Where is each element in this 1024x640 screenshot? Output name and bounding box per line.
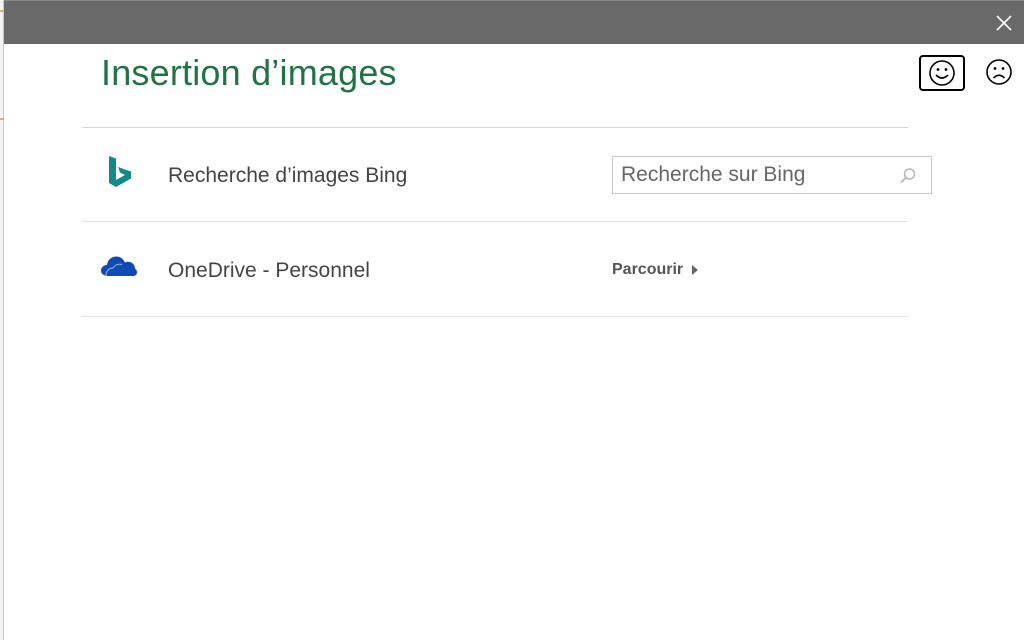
- close-icon: [996, 15, 1012, 31]
- close-button[interactable]: [992, 11, 1016, 35]
- frown-icon: [986, 59, 1012, 85]
- arrow-right-icon: [692, 265, 699, 275]
- dialog-title: Insertion d’images: [101, 52, 397, 93]
- smile-icon: [929, 60, 955, 86]
- dialog-titlebar: [4, 0, 1024, 44]
- header-divider: [82, 127, 908, 128]
- row-divider: [82, 316, 908, 317]
- bing-search-box[interactable]: [612, 156, 932, 194]
- onedrive-browse-link[interactable]: Parcourir: [612, 261, 699, 279]
- source-label: OneDrive - Personnel: [168, 259, 370, 282]
- browse-label: Parcourir: [612, 261, 684, 278]
- send-frown-button[interactable]: [982, 56, 1016, 90]
- bing-search-input[interactable]: [613, 157, 893, 193]
- onedrive-cloud-icon: [101, 256, 137, 277]
- bing-logo-icon: [109, 156, 131, 187]
- search-icon[interactable]: [899, 167, 917, 185]
- source-label: Recherche d’images Bing: [168, 164, 408, 187]
- send-smile-button[interactable]: [919, 55, 965, 91]
- insert-pictures-dialog: Insertion d’images Recherche d’images Bi…: [4, 0, 1024, 640]
- row-divider: [82, 221, 908, 222]
